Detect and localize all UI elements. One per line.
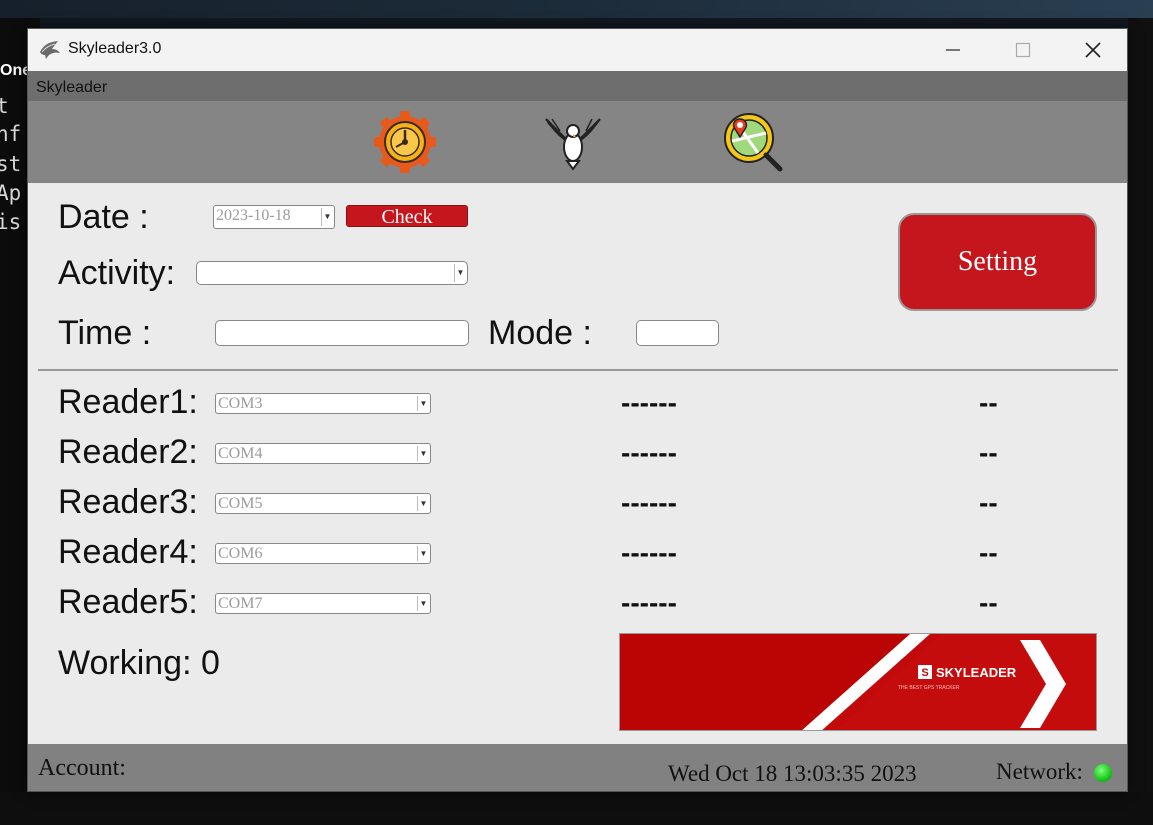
reader-status: ------ <box>621 487 677 518</box>
map-search-icon[interactable] <box>722 111 784 173</box>
minimize-button[interactable] <box>918 29 988 71</box>
dropdown-arrow-icon: ▼ <box>417 396 429 411</box>
pigeon-app-icon <box>40 41 60 59</box>
reader-port-select[interactable]: COM6 ▼ <box>215 543 431 564</box>
reader-code: -- <box>979 387 998 418</box>
desktop-bottom-strip <box>0 792 1153 825</box>
menu-bar: Skyleader <box>28 71 1127 101</box>
skyleader-logo: S SKYLEADER THE BEST GPS TRACKER <box>620 634 1096 730</box>
toolbar <box>28 101 1127 183</box>
reader-port-value: COM3 <box>218 395 263 412</box>
maximize-button[interactable] <box>988 29 1058 71</box>
svg-text:S: S <box>921 667 928 679</box>
account-label: Account: <box>38 755 126 781</box>
mode-input[interactable] <box>636 320 719 346</box>
reader-port-select[interactable]: COM7 ▼ <box>215 593 431 614</box>
close-icon <box>1085 42 1101 58</box>
banner-brand: SKYLEADER <box>936 665 1017 680</box>
minimize-icon <box>946 49 960 51</box>
reader-port-value: COM7 <box>218 595 263 612</box>
terminal-line: is <box>0 210 22 234</box>
network-label: Network: <box>996 759 1083 784</box>
reader-port-value: COM5 <box>218 495 263 512</box>
reader-label: Reader4: <box>58 533 198 571</box>
status-datetime: Wed Oct 18 13:03:35 2023 <box>668 761 917 786</box>
desktop-top-strip <box>0 0 1153 18</box>
reader-label: Reader3: <box>58 483 198 521</box>
app-window: Skyleader3.0 Skyleader Date: 2023-10-18… <box>27 28 1128 792</box>
reader-status: ------ <box>621 387 677 418</box>
desktop-right-strip <box>1128 18 1153 825</box>
divider <box>38 369 1118 371</box>
date-value: 2023-10-18 <box>216 207 291 224</box>
check-button[interactable]: Check <box>346 205 468 228</box>
terminal-line: st <box>0 152 22 176</box>
dropdown-arrow-icon: ▼ <box>417 496 429 511</box>
time-input[interactable] <box>215 320 469 346</box>
gear-timer-icon[interactable] <box>374 111 436 173</box>
title-bar: Skyleader3.0 <box>28 29 1127 71</box>
network-status-indicator <box>1094 764 1112 782</box>
window-title: Skyleader3.0 <box>68 40 162 57</box>
reader-label: Reader5: <box>58 583 198 621</box>
terminal-line: t <box>0 94 9 118</box>
reader-code: -- <box>979 437 998 468</box>
dropdown-arrow-icon: ▼ <box>417 546 429 561</box>
mode-label: Mode : <box>488 314 592 352</box>
date-picker[interactable]: 2023-10-18 ▼ <box>213 205 335 229</box>
banner-tagline: THE BEST GPS TRACKER <box>898 685 960 691</box>
pigeon-icon[interactable] <box>542 111 604 173</box>
maximize-icon <box>1015 42 1031 58</box>
dropdown-arrow-icon: ▼ <box>417 596 429 611</box>
reader-label: Reader2: <box>58 433 198 471</box>
reader-port-select[interactable]: COM4 ▼ <box>215 443 431 464</box>
time-label: Time : <box>58 314 152 352</box>
reader-code: -- <box>979 537 998 568</box>
reader-status: ------ <box>621 537 677 568</box>
reader-port-value: COM6 <box>218 545 263 562</box>
reader-status: ------ <box>621 587 677 618</box>
setting-button[interactable]: Setting <box>898 213 1097 311</box>
reader-port-select[interactable]: COM3 ▼ <box>215 393 431 414</box>
reader-label: Reader1: <box>58 383 198 421</box>
dropdown-arrow-icon: ▼ <box>417 446 429 461</box>
skyleader-banner: S SKYLEADER THE BEST GPS TRACKER <box>619 633 1097 731</box>
reader-code: -- <box>979 587 998 618</box>
dropdown-arrow-icon: ▼ <box>321 208 333 226</box>
terminal-line: nf <box>0 122 22 146</box>
dropdown-arrow-icon: ▼ <box>454 264 466 282</box>
reader-status: ------ <box>621 437 677 468</box>
close-button[interactable] <box>1058 29 1127 71</box>
date-label: Date : <box>58 198 149 236</box>
activity-label: Activity: <box>58 254 176 292</box>
activity-select[interactable]: ▼ <box>196 261 468 285</box>
status-bar <box>28 744 1127 791</box>
terminal-line: Ap <box>0 181 22 205</box>
menu-skyleader[interactable]: Skyleader <box>36 79 107 97</box>
reader-port-select[interactable]: COM5 ▼ <box>215 493 431 514</box>
working-count: Working: 0 <box>58 644 220 682</box>
reader-code: -- <box>979 487 998 518</box>
reader-port-value: COM4 <box>218 445 263 462</box>
